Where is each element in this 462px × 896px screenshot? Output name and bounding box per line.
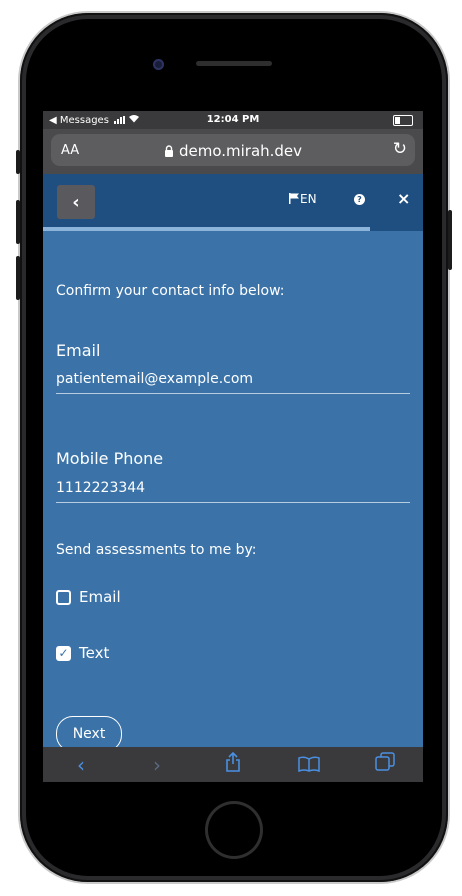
- email-option-label: Email: [79, 588, 121, 606]
- chevron-left-icon: ‹: [72, 191, 80, 213]
- phone-screen: ◀ Messages 12:04 PM AA demo.mirah.dev ↻: [43, 111, 423, 782]
- url-text: demo.mirah.dev: [178, 142, 303, 160]
- close-icon[interactable]: ×: [397, 189, 410, 208]
- earpiece-speaker: [196, 61, 272, 66]
- status-bar: ◀ Messages 12:04 PM: [43, 111, 423, 129]
- app-header: ‹ EN ? ×: [43, 174, 423, 227]
- language-label: EN: [300, 192, 317, 206]
- email-option[interactable]: Email: [56, 588, 121, 606]
- reload-icon[interactable]: ↻: [393, 139, 407, 159]
- question-icon[interactable]: ?: [354, 194, 365, 205]
- power-button: [448, 210, 452, 270]
- home-button[interactable]: [205, 801, 263, 859]
- share-icon[interactable]: [213, 751, 253, 777]
- safari-toolbar: ‹ ›: [43, 747, 423, 782]
- phone-label: Mobile Phone: [56, 449, 164, 468]
- front-camera: [153, 59, 164, 70]
- mute-switch: [16, 150, 20, 174]
- status-time: 12:04 PM: [206, 114, 260, 125]
- email-checkbox[interactable]: [56, 589, 71, 605]
- flag-icon: [289, 193, 299, 204]
- email-label: Email: [56, 341, 101, 360]
- lock-icon: [164, 145, 173, 157]
- text-option[interactable]: ✓ Text: [56, 644, 109, 662]
- bookmarks-icon[interactable]: [289, 753, 329, 777]
- volume-down-button: [16, 256, 20, 300]
- browser-chrome: AA demo.mirah.dev ↻: [43, 129, 423, 174]
- battery-icon: [393, 115, 413, 126]
- address-bar[interactable]: AA demo.mirah.dev ↻: [51, 134, 415, 166]
- progress-bar: [43, 227, 423, 231]
- tabs-icon[interactable]: [365, 752, 405, 777]
- url-display[interactable]: demo.mirah.dev: [51, 142, 415, 160]
- back-icon[interactable]: ‹: [61, 753, 101, 777]
- text-checkbox[interactable]: ✓: [56, 645, 71, 661]
- send-method-label: Send assessments to me by:: [56, 542, 257, 558]
- language-selector[interactable]: EN: [289, 192, 317, 206]
- phone-field[interactable]: 1112223344: [56, 480, 410, 503]
- back-button[interactable]: ‹: [57, 185, 95, 219]
- forward-icon[interactable]: ›: [137, 753, 177, 777]
- checkmark-icon: ✓: [58, 646, 69, 660]
- volume-up-button: [16, 200, 20, 244]
- email-field[interactable]: patientemail@example.com: [56, 371, 410, 394]
- text-option-label: Text: [79, 644, 110, 662]
- form-intro: Confirm your contact info below:: [56, 283, 285, 299]
- progress-fill: [43, 227, 370, 231]
